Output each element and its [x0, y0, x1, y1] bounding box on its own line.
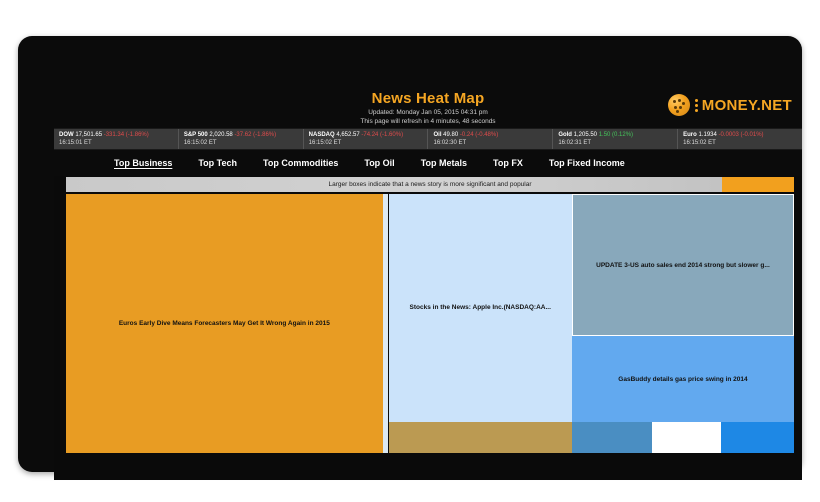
tab-top-metals[interactable]: Top Metals	[421, 158, 467, 168]
ticker-price: 17,501.65	[75, 132, 103, 138]
legend-strip: Larger boxes indicate that a news story …	[66, 177, 794, 193]
ticker-item-s-p-500[interactable]: S&P 500 2,020.58 -37.62 (-1.86%) 16:15:02…	[179, 129, 304, 149]
ticker-item-euro[interactable]: Euro 1.1934 -0.0003 (-0.01%) 16:15:02 ET	[678, 129, 802, 149]
ticker-change: -0.24 (-0.48%)	[459, 132, 499, 138]
ticker-item-oil[interactable]: Oil 49.80 -0.24 (-0.48%) 16:02:30 ET	[428, 129, 554, 149]
ticker-price: 1.1934	[698, 132, 717, 138]
screen-viewport: News Heat Map Updated: Monday Jan 05, 20…	[54, 84, 802, 480]
ticker-symbol: DOW	[59, 132, 74, 138]
ticker-symbol: Oil	[433, 132, 442, 138]
tab-top-business[interactable]: Top Business	[114, 158, 172, 168]
ticker-symbol: Euro	[683, 132, 697, 138]
legend-accent-swatch	[722, 177, 794, 192]
money-net-logo-icon	[667, 94, 690, 116]
treemap-tile[interactable]: Stocks in the News: Apple Inc.(NASDAQ:AA…	[388, 194, 572, 422]
ticker-change: 1.50 (0.12%)	[598, 132, 634, 138]
legend-label: Larger boxes indicate that a news story …	[328, 181, 532, 188]
ticker-time: 16:02:31 ET	[558, 140, 592, 147]
ticker-change: -37.62 (-1.86%)	[234, 132, 277, 138]
monitor-bezel: News Heat Map Updated: Monday Jan 05, 20…	[18, 36, 802, 480]
tab-top-commodities[interactable]: Top Commodities	[263, 158, 338, 168]
ticker-time: 16:15:01 ET	[59, 140, 92, 147]
ticker-symbol: NASDAQ	[308, 132, 335, 138]
ticker-symbol: S&P 500	[183, 132, 208, 138]
ticker-change: -74.24 (-1.60%)	[361, 132, 404, 138]
tab-top-fx[interactable]: Top FX	[493, 158, 523, 168]
treemap-tile[interactable]	[652, 421, 722, 453]
category-tabs: Top Business Top Tech Top Commodities Top O…	[54, 150, 802, 176]
treemap-tile[interactable]	[571, 421, 653, 453]
app-header: News Heat Map Updated: Monday Jan 05, 20…	[54, 84, 802, 128]
legend-bar: Larger boxes indicate that a news story …	[66, 177, 794, 192]
ticker-time: 16:02:30 ET	[433, 140, 467, 147]
tab-top-tech[interactable]: Top Tech	[198, 158, 237, 168]
ticker-time: 16:15:02 ET	[683, 140, 716, 147]
tile-headline: GasBuddy details gas price swing in 2014	[618, 375, 748, 383]
ticker-price: 4,652.57	[336, 132, 360, 138]
tab-top-fixed-income[interactable]: Top Fixed Income	[549, 158, 625, 168]
brand-name: MONEY.NET	[701, 96, 792, 114]
ticker-change: -0.0003 (-0.01%)	[718, 132, 764, 138]
treemap-tile[interactable]: GasBuddy details gas price swing in 2014	[571, 336, 794, 422]
ticker-item-nasdaq[interactable]: NASDAQ 4,652.57 -74.24 (-1.60%) 16:15:02 …	[304, 129, 429, 149]
ticker-price: 1,205.50	[573, 132, 598, 138]
screenshot-root: News Heat Map Updated: Monday Jan 05, 20…	[0, 0, 820, 502]
ticker-price: 49.80	[443, 132, 459, 138]
ticker-time: 16:15:02 ET	[183, 140, 217, 147]
tile-headline: UPDATE 3-US auto sales end 2014 strong b…	[596, 261, 770, 269]
treemap-tile[interactable]: Euros Early Dive Means Forecasters May G…	[66, 194, 383, 453]
treemap-tile[interactable]	[721, 421, 794, 453]
ticker-item-dow[interactable]: DOW 17,501.65 -331.34 (-1.86%) 16:15:01 E…	[54, 129, 179, 149]
refresh-countdown: This page will refresh in 4 minutes, 48 …	[360, 118, 496, 125]
logo-dots-icon	[694, 96, 698, 114]
ticker-price: 2,020.58	[209, 132, 233, 138]
tab-top-oil[interactable]: Top Oil	[364, 158, 394, 168]
news-treemap: Euros Early Dive Means Forecasters May G…	[66, 194, 794, 453]
ticker-change: -331.34 (-1.86%)	[103, 132, 149, 138]
brand-logo[interactable]: MONEY.NET	[667, 94, 792, 116]
treemap-tile[interactable]	[388, 421, 572, 453]
tile-headline: Stocks in the News: Apple Inc.(NASDAQ:AA…	[409, 304, 551, 312]
tile-headline: Euros Early Dive Means Forecasters May G…	[118, 320, 330, 327]
treemap-tile[interactable]: UPDATE 3-US auto sales end 2014 strong b…	[571, 194, 794, 337]
ticker-item-gold[interactable]: Gold 1,205.50 1.50 (0.12%) 16:02:31 ET	[553, 129, 679, 149]
ticker-time: 16:15:02 ET	[308, 140, 342, 147]
ticker-symbol: Gold	[558, 132, 572, 138]
market-ticker-bar: DOW 17,501.65 -331.34 (-1.86%) 16:15:01 E…	[54, 128, 802, 150]
